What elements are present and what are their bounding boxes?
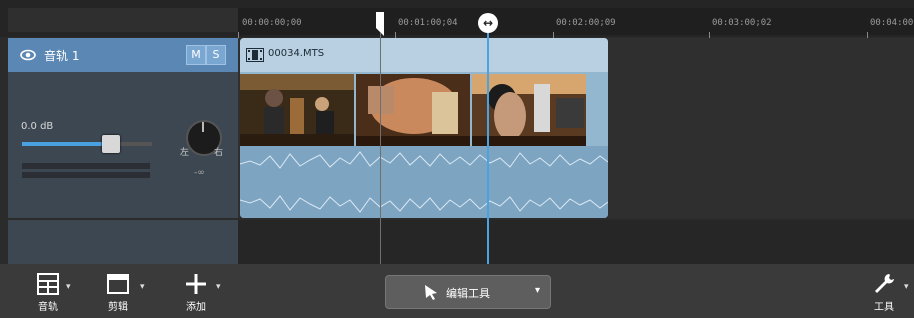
volume-slider-thumb[interactable] xyxy=(102,135,120,153)
playhead-handle-icon[interactable]: ↔ xyxy=(478,13,498,33)
chevron-down-icon: ▾ xyxy=(534,285,540,296)
clip-label: 剪辑 xyxy=(108,302,128,313)
wrench-icon xyxy=(875,274,894,293)
pan-right-label: 右 xyxy=(214,148,224,158)
ruler-label-1: 00:01:00;04 xyxy=(398,18,458,28)
ruler-label-4: 00:04:00 xyxy=(870,18,914,28)
level-meter-right xyxy=(22,172,150,178)
empty-track-header xyxy=(8,220,238,264)
edit-tool-selector[interactable]: 编辑工具 ▾ xyxy=(385,275,551,309)
tools-label: 工具 xyxy=(874,302,894,313)
mute-button[interactable]: M xyxy=(186,45,206,65)
track-title-bar: 音轨 1 M S xyxy=(8,38,238,72)
add-menu-button[interactable]: 添加 xyxy=(178,272,214,316)
clip-dropdown-icon[interactable]: ▾ xyxy=(140,282,145,292)
ruler-label-3: 00:03:00;02 xyxy=(712,18,772,28)
film-strip-icon xyxy=(246,48,264,62)
pointer-icon xyxy=(425,285,437,300)
video-thumbnail xyxy=(356,74,470,146)
solo-button[interactable]: S xyxy=(206,45,226,65)
add-dropdown-icon[interactable]: ▾ xyxy=(216,282,221,292)
clip-menu-button[interactable]: 剪辑 xyxy=(100,272,136,316)
tracks-dropdown-icon[interactable]: ▾ xyxy=(66,282,71,292)
edit-tool-label: 编辑工具 xyxy=(446,287,490,300)
clip-name: 00034.MTS xyxy=(268,48,325,59)
ruler-left-pad xyxy=(8,8,238,32)
tracks-menu-button[interactable]: 音轨 xyxy=(30,272,66,316)
grid-icon xyxy=(37,273,59,295)
pan-knob-indicator xyxy=(202,122,204,132)
level-meter-left xyxy=(22,163,150,169)
plus-icon xyxy=(186,274,206,294)
volume-db-readout: 0.0 dB xyxy=(21,121,54,132)
pan-value: -∞ xyxy=(194,168,205,178)
ruler-label-2: 00:02:00;09 xyxy=(556,18,616,28)
pan-left-label: 左 xyxy=(180,148,190,158)
video-clip[interactable]: 00034.MTS xyxy=(240,38,608,218)
audio-waveform xyxy=(240,146,608,218)
tracks-label: 音轨 xyxy=(38,302,58,313)
timeline-ruler[interactable]: 00:00:00;00 00:01:00;04 00:02:00;09 00:0… xyxy=(238,8,914,44)
add-label: 添加 xyxy=(186,302,206,313)
ruler-label-0: 00:00:00;00 xyxy=(242,18,302,28)
volume-slider-fill xyxy=(22,142,107,146)
tools-dropdown-icon[interactable]: ▾ xyxy=(904,282,909,292)
clip-thumbnails xyxy=(240,74,608,146)
clip-title-bar: 00034.MTS xyxy=(240,38,608,72)
window-icon xyxy=(107,274,129,294)
playhead-line[interactable] xyxy=(487,33,489,265)
video-thumbnail xyxy=(240,74,354,146)
volume-slider-track[interactable] xyxy=(22,142,152,146)
track-header[interactable]: 音轨 1 M S 0.0 dB 左 右 -∞ xyxy=(8,38,238,218)
video-thumbnail xyxy=(472,74,586,146)
eye-icon[interactable] xyxy=(20,47,36,63)
in-point-line xyxy=(380,33,381,265)
track-name[interactable]: 音轨 1 xyxy=(44,47,79,64)
tools-menu-button[interactable]: 工具 xyxy=(866,272,902,316)
